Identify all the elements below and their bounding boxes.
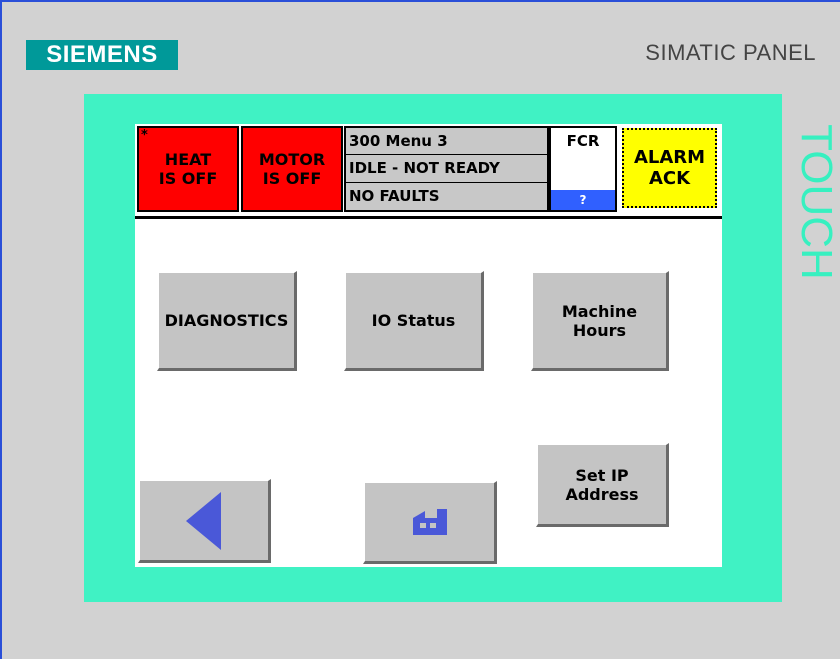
io-status-label: IO Status <box>371 311 456 330</box>
machine-info-box: 300 Menu 3 IDLE - NOT READY NO FAULTS <box>344 126 549 212</box>
hmi-screen: * HEAT IS OFF MOTOR IS OFF 300 Menu 3 ID… <box>135 124 722 567</box>
home-button[interactable] <box>363 481 497 564</box>
diagnostics-button[interactable]: DIAGNOSTICS <box>157 271 297 371</box>
back-button[interactable] <box>138 479 271 563</box>
motor-status-indicator: MOTOR IS OFF <box>241 126 343 212</box>
fcr-label: FCR <box>566 132 600 150</box>
motor-status-text: MOTOR IS OFF <box>258 150 326 188</box>
diagnostics-label: DIAGNOSTICS <box>164 311 289 330</box>
io-status-button[interactable]: IO Status <box>344 271 484 371</box>
siemens-logo: SIEMENS <box>26 40 178 70</box>
touch-label: TOUCH <box>792 112 840 292</box>
set-ip-address-label: Set IP Address <box>565 465 639 504</box>
back-arrow-icon <box>186 491 221 550</box>
heat-status-text: HEAT IS OFF <box>158 150 218 188</box>
machine-hours-label: Machine Hours <box>561 301 638 340</box>
machine-state: IDLE - NOT READY <box>346 155 547 183</box>
fcr-box: FCR ? <box>549 126 617 212</box>
status-header: * HEAT IS OFF MOTOR IS OFF 300 Menu 3 ID… <box>135 124 722 219</box>
set-ip-address-button[interactable]: Set IP Address <box>536 443 669 527</box>
alarm-ack-button[interactable]: ALARM ACK <box>622 128 717 208</box>
fault-status: NO FAULTS <box>349 186 440 205</box>
heat-status-indicator: * HEAT IS OFF <box>137 126 239 212</box>
alarm-ack-label: ALARM ACK <box>633 147 706 189</box>
touch-label-text: TOUCH <box>792 124 840 280</box>
panel-model-label: SIMATIC PANEL <box>645 40 816 65</box>
fcr-help-button[interactable]: ? <box>551 190 615 210</box>
machine-hours-button[interactable]: Machine Hours <box>531 271 669 371</box>
heat-marker: * <box>141 128 148 143</box>
menu-name: 300 Menu 3 <box>346 128 547 156</box>
hmi-panel-frame: SIEMENS SIMATIC PANEL TOUCH * HEAT IS OF… <box>0 0 840 659</box>
factory-home-icon <box>412 509 447 535</box>
